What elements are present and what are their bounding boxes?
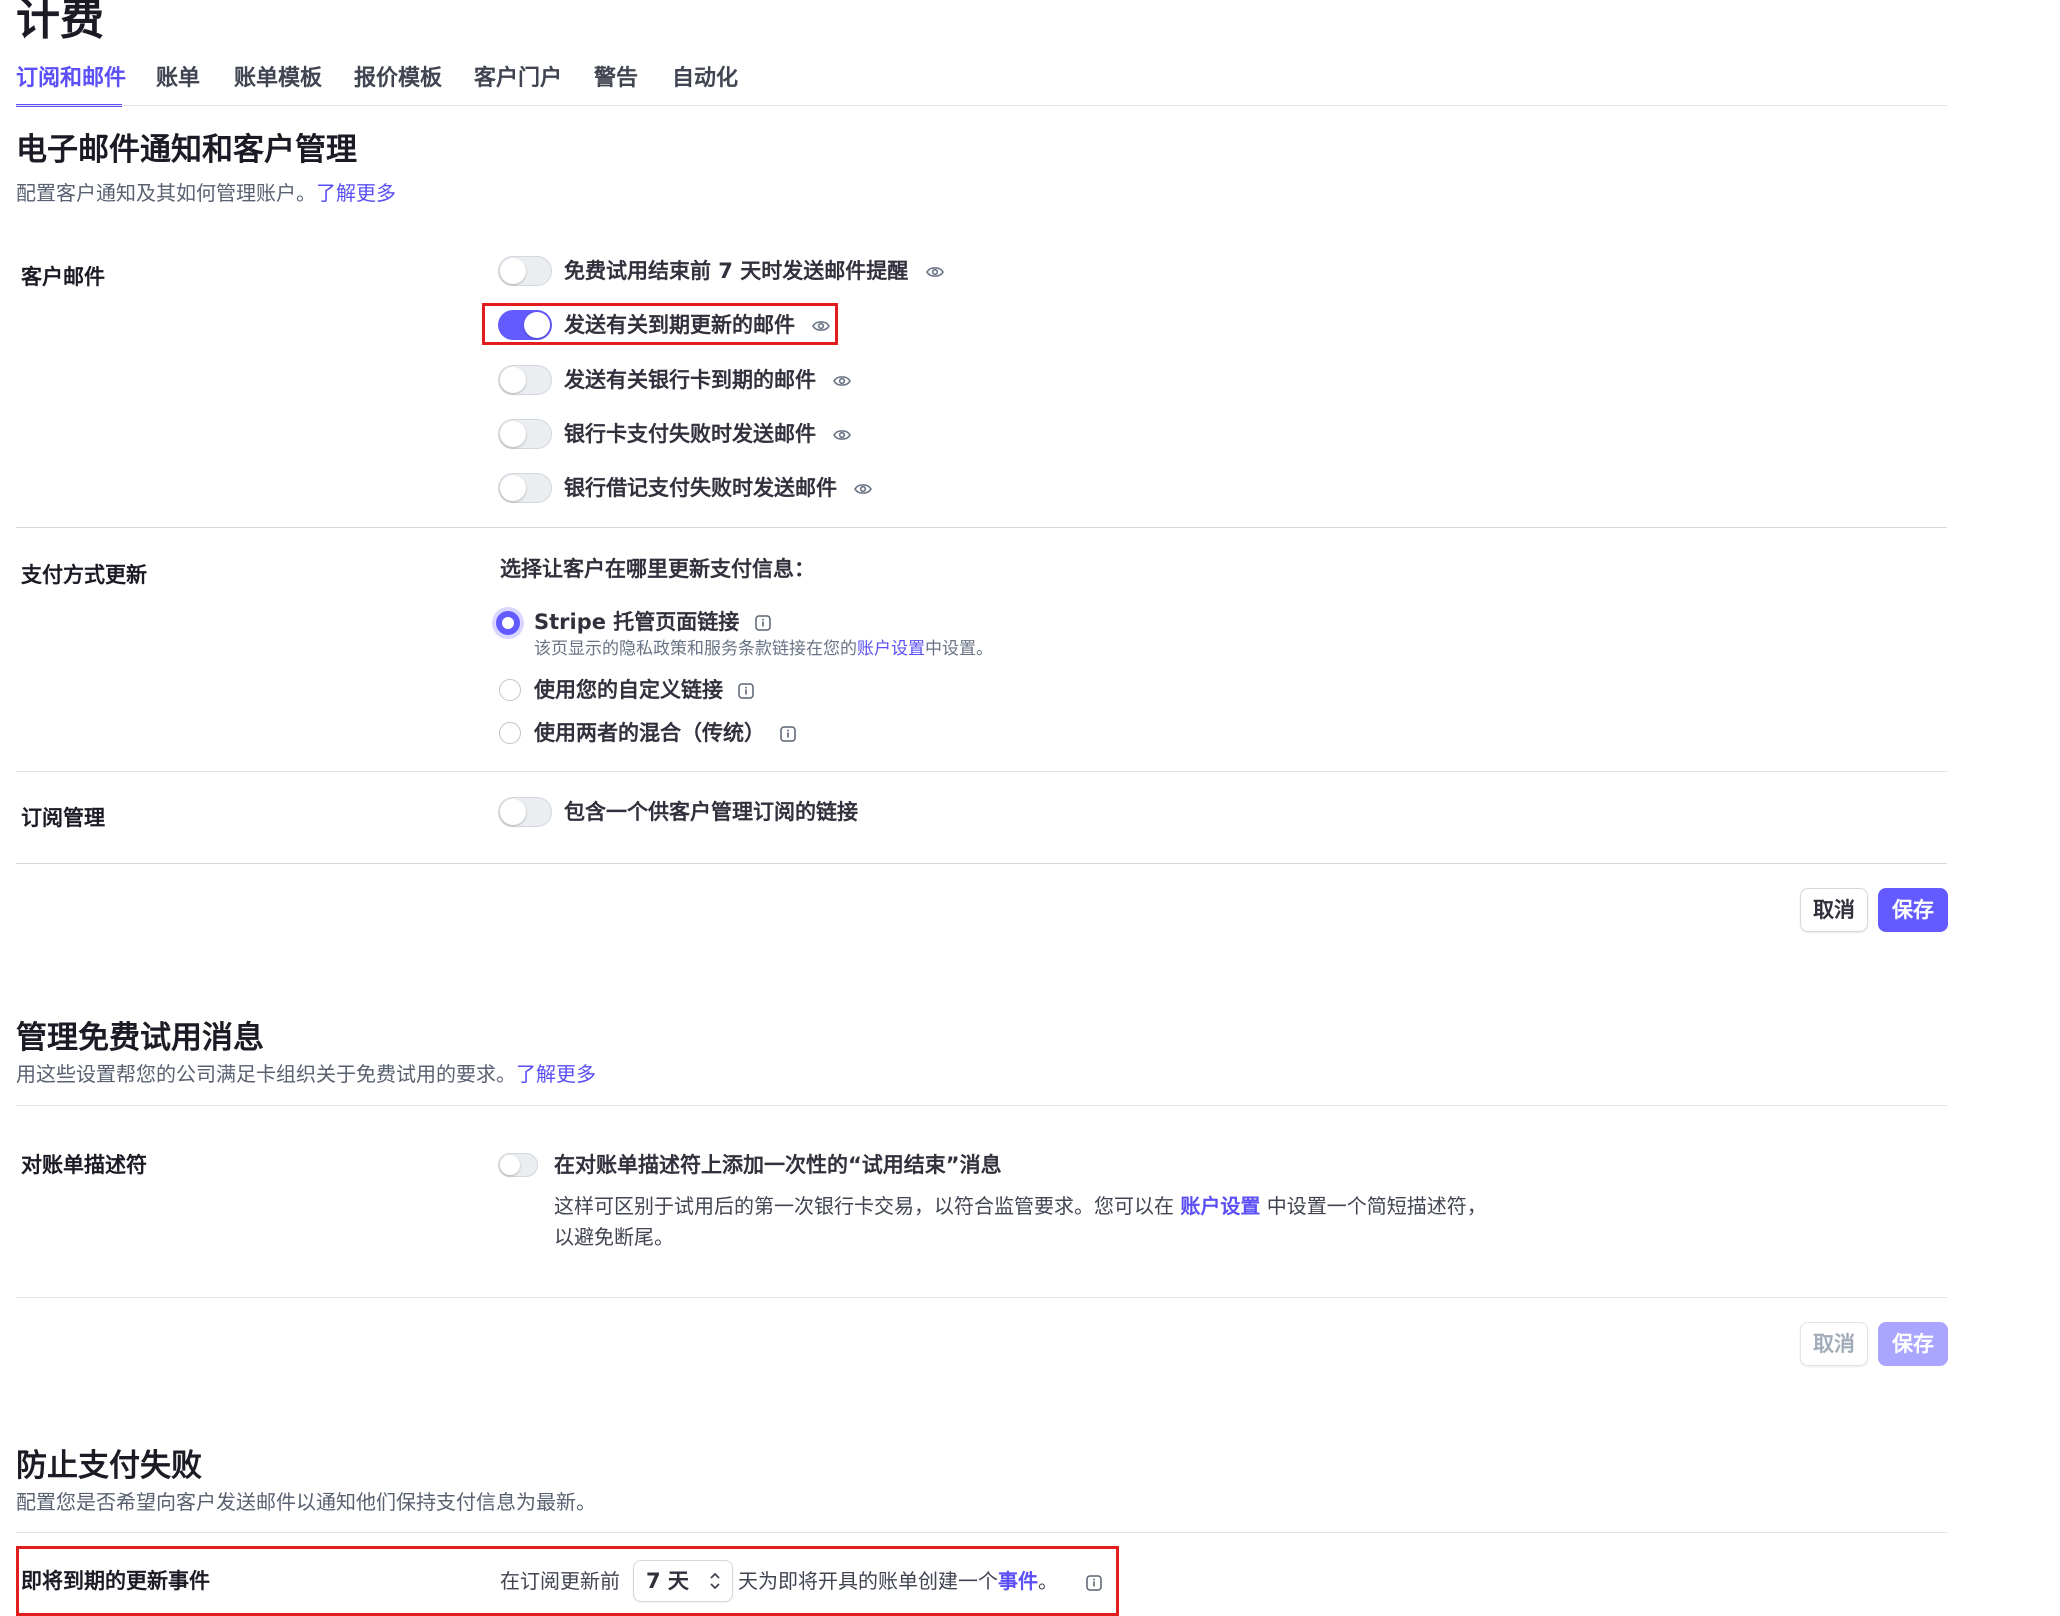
statement-descriptor-label: 对账单描述符	[21, 1153, 147, 1177]
email-section-description-text: 配置客户通知及其如何管理账户。	[16, 181, 316, 205]
account-settings-link[interactable]: 账户设置	[857, 639, 925, 659]
trial-reminder-option: 免费试用结束前 7 天时发送邮件提醒	[564, 256, 944, 286]
hosted-page-radio[interactable]	[496, 611, 520, 635]
mixed-legacy-radio[interactable]	[499, 722, 521, 744]
mixed-legacy-option: 使用两者的混合（传统）	[534, 718, 797, 748]
hosted-page-option: Stripe 托管页面链接	[534, 607, 771, 637]
debit-failure-label: 银行借记支付失败时发送邮件	[564, 476, 837, 500]
section-divider	[16, 771, 1947, 772]
email-cancel-button[interactable]: 取消	[1800, 888, 1868, 932]
hosted-page-note: 该页显示的隐私政策和服务条款链接在您的账户设置中设置。	[534, 637, 993, 661]
trial-cancel-button[interactable]: 取消	[1800, 1322, 1868, 1366]
renewal-email-option: 发送有关到期更新的邮件	[564, 310, 831, 340]
prevent-section-description: 配置您是否希望向客户发送邮件以通知他们保持支付信息为最新。	[16, 1490, 596, 1514]
debit-failure-toggle[interactable]	[498, 473, 552, 503]
custom-link-radio[interactable]	[499, 679, 521, 701]
tabs-divider	[16, 105, 1947, 106]
statement-help-text: 这样可区别于试用后的第一次银行卡交易，以符合监管要求。您可以在	[554, 1194, 1181, 1218]
statement-descriptor-help: 这样可区别于试用后的第一次银行卡交易，以符合监管要求。您可以在 账户设置 中设置…	[554, 1191, 1487, 1221]
tab-alerts[interactable]: 警告	[594, 64, 638, 94]
tab-bar: 订阅和邮件 账单 账单模板 报价模板 客户门户 警告 自动化	[16, 64, 1947, 107]
payment-method-update-label: 支付方式更新	[21, 563, 147, 587]
tab-automations[interactable]: 自动化	[672, 64, 738, 94]
tab-quote-templates[interactable]: 报价模板	[354, 64, 442, 94]
hosted-page-label: Stripe 托管页面链接	[534, 610, 740, 634]
custom-link-label: 使用您的自定义链接	[534, 678, 723, 702]
mixed-legacy-label: 使用两者的混合（传统）	[534, 721, 765, 745]
renewal-days-value: 7 天	[646, 1569, 689, 1593]
trial-learn-more-link[interactable]: 了解更多	[516, 1062, 596, 1086]
section-divider	[16, 1105, 1947, 1106]
card-expiry-toggle[interactable]	[498, 365, 552, 395]
subscription-management-toggle[interactable]	[498, 797, 552, 827]
payment-method-prompt: 选择让客户在哪里更新支付信息：	[500, 557, 815, 581]
preview-eye-icon[interactable]	[812, 319, 831, 333]
statement-descriptor-option: 在对账单描述符上添加一次性的“试用结束”消息	[554, 1153, 1002, 1177]
tab-subscriptions-emails[interactable]: 订阅和邮件	[16, 64, 126, 94]
statement-help-text-end: 中设置一个简短描述符，	[1260, 1194, 1487, 1218]
section-divider	[16, 1532, 1947, 1533]
statement-descriptor-toggle[interactable]	[498, 1153, 538, 1177]
upcoming-renewal-period: 。	[1038, 1569, 1058, 1593]
upcoming-renewal-text: 天为即将开具的账单创建一个	[738, 1569, 998, 1593]
tab-invoice-templates[interactable]: 账单模板	[234, 64, 322, 94]
page-title: 计费	[16, 0, 104, 45]
chevron-up-down-icon	[710, 1572, 720, 1590]
subscription-management-option: 包含一个供客户管理订阅的链接	[564, 800, 858, 824]
debit-failure-option: 银行借记支付失败时发送邮件	[564, 473, 873, 503]
trial-section-title: 管理免费试用消息	[16, 1020, 264, 1056]
card-expiry-label: 发送有关银行卡到期的邮件	[564, 368, 816, 392]
card-failure-label: 银行卡支付失败时发送邮件	[564, 422, 816, 446]
email-learn-more-link[interactable]: 了解更多	[316, 181, 396, 205]
subscription-management-label: 订阅管理	[21, 806, 105, 830]
hosted-note-text-end: 中设置。	[925, 639, 993, 659]
preview-eye-icon[interactable]	[925, 265, 944, 279]
prevent-section-title: 防止支付失败	[16, 1448, 202, 1484]
preview-eye-icon[interactable]	[854, 482, 873, 496]
preview-eye-icon[interactable]	[833, 428, 852, 442]
upcoming-renewal-text-before: 在订阅更新前	[500, 1569, 620, 1593]
card-failure-toggle[interactable]	[498, 419, 552, 449]
hosted-note-text: 该页显示的隐私政策和服务条款链接在您的	[534, 639, 857, 659]
card-expiry-option: 发送有关银行卡到期的邮件	[564, 365, 852, 395]
renewal-email-label: 发送有关到期更新的邮件	[564, 313, 795, 337]
event-link[interactable]: 事件	[998, 1569, 1038, 1593]
card-failure-option: 银行卡支付失败时发送邮件	[564, 419, 852, 449]
trial-reminder-label: 免费试用结束前 7 天时发送邮件提醒	[564, 259, 909, 283]
renewal-days-stepper[interactable]: 7 天	[633, 1560, 733, 1602]
upcoming-renewal-text-after: 天为即将开具的账单创建一个事件。	[738, 1566, 1103, 1596]
section-divider	[16, 1297, 1947, 1298]
trial-section-description-text: 用这些设置帮您的公司满足卡组织关于免费试用的要求。	[16, 1062, 516, 1086]
info-icon[interactable]	[780, 726, 797, 742]
info-icon[interactable]	[754, 615, 771, 631]
trial-save-button[interactable]: 保存	[1878, 1322, 1948, 1366]
section-divider	[16, 863, 1947, 864]
statement-account-settings-link[interactable]: 账户设置	[1180, 1194, 1260, 1218]
tab-customer-portal[interactable]: 客户门户	[474, 64, 562, 94]
customer-emails-label: 客户邮件	[21, 265, 105, 289]
info-icon[interactable]	[738, 683, 755, 699]
trial-section-description: 用这些设置帮您的公司满足卡组织关于免费试用的要求。了解更多	[16, 1059, 596, 1089]
section-divider	[16, 527, 1947, 528]
statement-descriptor-help-line2: 以避免断尾。	[554, 1225, 674, 1249]
custom-link-option: 使用您的自定义链接	[534, 675, 755, 705]
email-section-title: 电子邮件通知和客户管理	[16, 132, 357, 168]
info-icon[interactable]	[1086, 1574, 1103, 1591]
email-section-description: 配置客户通知及其如何管理账户。了解更多	[16, 178, 396, 208]
tab-invoices[interactable]: 账单	[156, 64, 200, 94]
upcoming-renewal-label: 即将到期的更新事件	[21, 1569, 210, 1593]
trial-reminder-toggle[interactable]	[498, 256, 552, 286]
preview-eye-icon[interactable]	[833, 374, 852, 388]
email-save-button[interactable]: 保存	[1878, 888, 1948, 932]
renewal-email-toggle[interactable]	[498, 310, 552, 340]
